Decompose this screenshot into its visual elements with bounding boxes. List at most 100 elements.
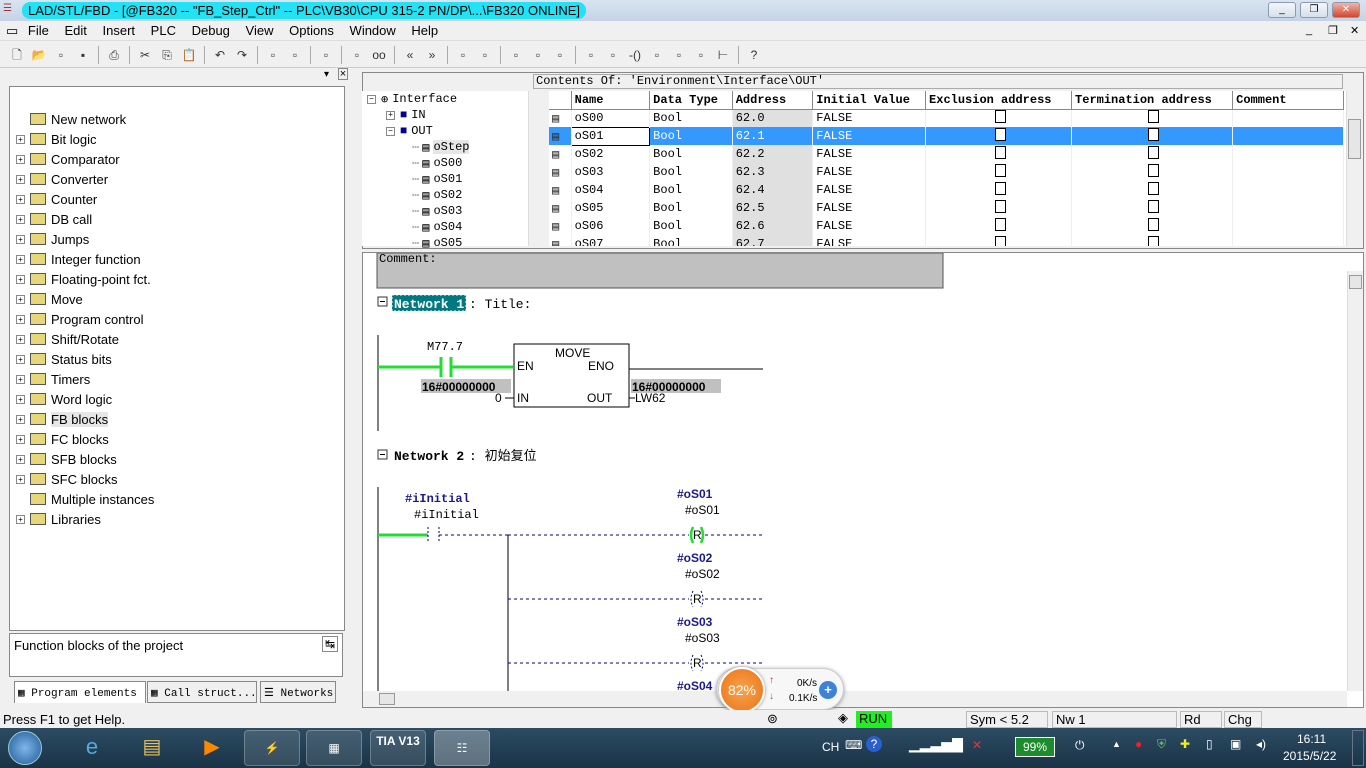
expand-icon[interactable]: + [16, 414, 25, 424]
close-branch-arrow-icon[interactable]: ▫ [692, 46, 710, 64]
table-row[interactable]: ▤ oS06 Bool 62.6 FALSE [549, 217, 1344, 235]
details-icon[interactable]: ▫ [476, 46, 494, 64]
start-button[interactable] [8, 731, 42, 765]
element-move[interactable]: + Move [10, 289, 344, 309]
name-cell[interactable]: oS00 [571, 109, 651, 127]
menu-view[interactable]: View [240, 21, 280, 40]
panel-pin-icon[interactable]: ▾ [324, 69, 329, 80]
tree-node-oS01[interactable]: ┄ ▤ oS01 [362, 171, 544, 187]
connect-icon[interactable]: ⊢ [714, 46, 732, 64]
code-vscrollbar[interactable] [1347, 271, 1363, 691]
element-word-logic[interactable]: + Word logic [10, 389, 344, 409]
help-icon[interactable]: ? [745, 46, 763, 64]
taskbar-media-player[interactable]: ▶ [184, 730, 240, 766]
termination-cell[interactable] [1071, 181, 1234, 199]
termination-checkbox[interactable] [1148, 145, 1160, 159]
info-toggle-button[interactable]: ↹ [321, 636, 338, 652]
data-type-cell[interactable]: Bool [649, 163, 733, 181]
expand-icon[interactable]: + [16, 254, 25, 264]
termination-cell[interactable] [1071, 163, 1234, 181]
wireless-disconnected-icon[interactable]: ✕ [972, 738, 982, 752]
print-icon[interactable]: ⎙ [105, 46, 123, 64]
menu-options[interactable]: Options [283, 21, 340, 40]
undo-icon[interactable]: ↶ [211, 46, 229, 64]
exclusion-cell[interactable] [925, 217, 1073, 235]
accessible-nodes-icon[interactable]: ▫ [52, 46, 70, 64]
expand-icon[interactable]: + [16, 134, 25, 144]
menu-plc[interactable]: PLC [145, 21, 182, 40]
data-type-cell[interactable]: Bool [649, 109, 733, 127]
comment-cell[interactable] [1232, 145, 1344, 163]
clock-date[interactable]: 2015/5/22 [1283, 749, 1336, 763]
column-data-type[interactable]: Data Type [649, 91, 733, 110]
table-row[interactable]: ▤ oS05 Bool 62.5 FALSE [549, 199, 1344, 217]
data-type-cell[interactable]: Bool [649, 199, 733, 217]
code-editor[interactable]: Comment: Network 1 : Title: M77.7 16#000… [362, 252, 1364, 708]
taskbar-simatic-app[interactable]: ⚡ [244, 730, 300, 766]
exclusion-checkbox[interactable] [994, 145, 1006, 159]
exclusion-cell[interactable] [925, 127, 1073, 145]
taskbar-file-explorer[interactable]: ▤ [124, 730, 180, 766]
glasses-icon[interactable]: oo [370, 46, 388, 64]
expand-icon[interactable]: + [16, 234, 25, 244]
expand-icon[interactable]: + [16, 394, 25, 404]
initial-value-cell[interactable]: FALSE [812, 163, 927, 181]
exclusion-cell[interactable] [925, 163, 1073, 181]
name-cell[interactable]: oS04 [571, 181, 651, 199]
mdi-close-button[interactable]: ✕ [1350, 24, 1359, 37]
expand-icon[interactable]: + [16, 174, 25, 184]
comment-cell[interactable] [1232, 127, 1344, 145]
memory-usage-badge[interactable]: 82% [719, 667, 765, 713]
exclusion-checkbox[interactable] [994, 163, 1006, 177]
volume-icon[interactable]: ◂) [1256, 737, 1266, 751]
name-cell[interactable]: oS05 [571, 199, 651, 217]
usb-icon[interactable]: ▯ [1206, 737, 1213, 751]
table-row[interactable]: ▤ oS07 Bool 62.7 FALSE [549, 235, 1344, 246]
initial-value-cell[interactable]: FALSE [812, 235, 927, 246]
table-row[interactable]: ▤ oS04 Bool 62.4 FALSE [549, 181, 1344, 199]
exclusion-checkbox[interactable] [994, 199, 1006, 213]
initial-value-cell[interactable]: FALSE [812, 217, 927, 235]
element-counter[interactable]: + Counter [10, 189, 344, 209]
restore-button[interactable]: ❐ [1300, 2, 1328, 18]
close-button[interactable]: ✕ [1332, 2, 1360, 18]
termination-cell[interactable] [1071, 127, 1234, 145]
upload-icon[interactable]: ▫ [286, 46, 304, 64]
element-bit-logic[interactable]: + Bit logic [10, 129, 344, 149]
clock-time[interactable]: 16:11 [1297, 732, 1326, 746]
name-cell[interactable]: oS03 [571, 163, 651, 181]
coil-icon[interactable]: -() [626, 46, 644, 64]
name-cell[interactable]: oS06 [571, 217, 651, 235]
termination-checkbox[interactable] [1148, 235, 1160, 246]
interface-tree-scrollbar[interactable] [528, 91, 544, 246]
exclusion-checkbox[interactable] [994, 127, 1006, 141]
element-integer-function[interactable]: + Integer function [10, 249, 344, 269]
element-shift-rotate[interactable]: + Shift/Rotate [10, 329, 344, 349]
expand-icon[interactable]: + [16, 214, 25, 224]
element-program-control[interactable]: + Program control [10, 309, 344, 329]
no-contact-icon[interactable]: ▫ [582, 46, 600, 64]
panel-close-button[interactable]: × [338, 68, 348, 80]
interface-table-scrollbar[interactable] [1346, 91, 1362, 246]
termination-cell[interactable] [1071, 217, 1234, 235]
termination-cell[interactable] [1071, 145, 1234, 163]
tree-node-oS04[interactable]: ┄ ▤ oS04 [362, 219, 544, 235]
menu-insert[interactable]: Insert [97, 21, 142, 40]
element-jumps[interactable]: + Jumps [10, 229, 344, 249]
element-new-network[interactable]: +New network [10, 109, 344, 129]
element-multiple-instances[interactable]: +Multiple instances [10, 489, 344, 509]
data-type-cell[interactable]: Bool [649, 181, 733, 199]
taskbar-internet-explorer[interactable]: e [64, 730, 120, 766]
exclusion-cell[interactable] [925, 199, 1073, 217]
help-icon[interactable]: ? [866, 736, 882, 752]
empty-box-icon[interactable]: ▫ [648, 46, 666, 64]
element-sfb-blocks[interactable]: + SFB blocks [10, 449, 344, 469]
network-monitor-widget[interactable]: 82% ↑ ↓ 0K/s 0.1K/s + [716, 667, 844, 713]
expand-icon[interactable]: + [16, 514, 25, 524]
comment-cell[interactable] [1232, 163, 1344, 181]
tree-node-oS05[interactable]: ┄ ▤ oS05 [362, 235, 544, 251]
expand-icon[interactable]: + [16, 314, 25, 324]
column-name[interactable]: Name [571, 91, 651, 110]
taskbar-tia-portal[interactable]: TIA V13 [370, 730, 426, 766]
open-icon[interactable]: 📂 [30, 46, 48, 64]
